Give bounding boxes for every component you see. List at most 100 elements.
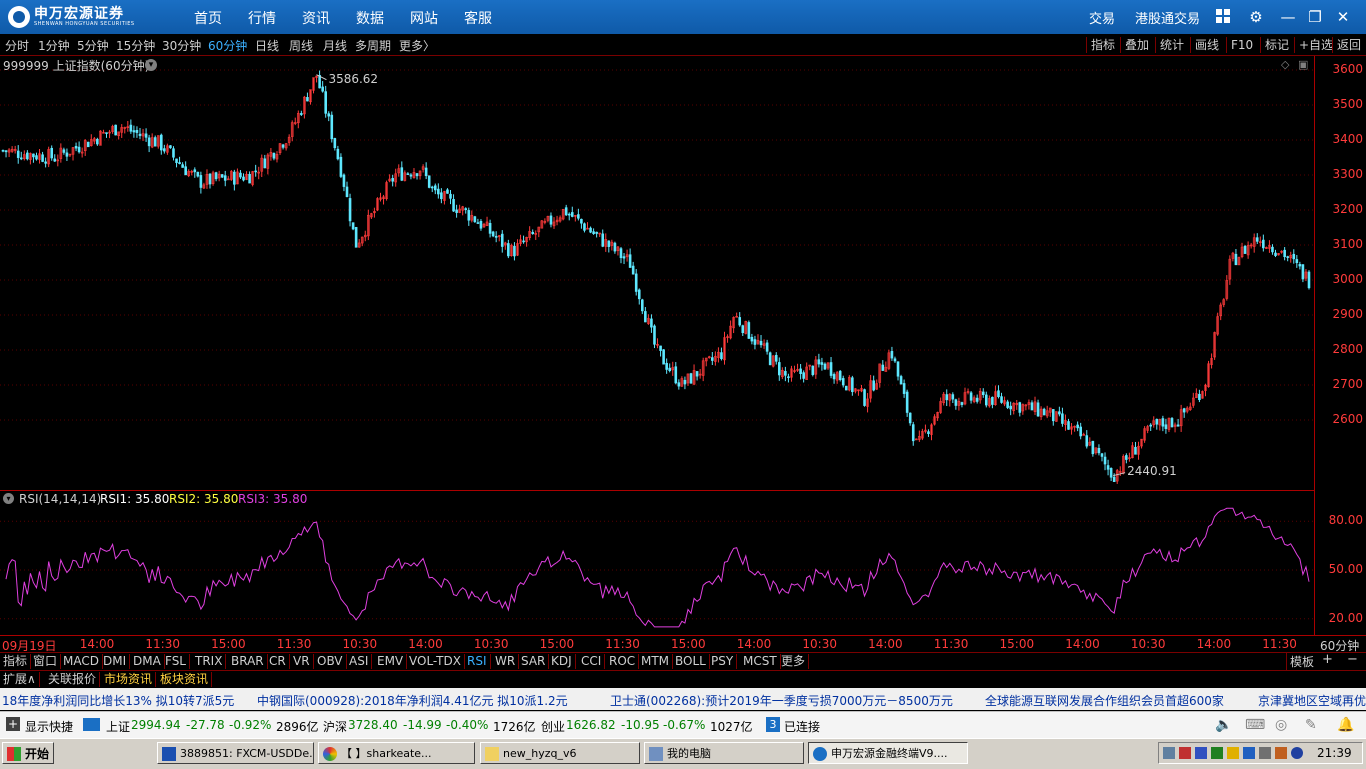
tool-back[interactable]: 返回: [1332, 37, 1365, 53]
task-fxcm[interactable]: 3889851: FXCM-USDDe...: [157, 742, 314, 764]
connection-status[interactable]: 已连接: [784, 718, 820, 735]
indicator-tab-sar[interactable]: SAR: [518, 654, 550, 669]
tab-related-quotes[interactable]: 关联报价: [45, 672, 101, 687]
tool-f10[interactable]: F10: [1226, 37, 1257, 53]
settings-gear-icon[interactable]: ⚙: [1247, 8, 1265, 26]
ticker-item[interactable]: 18年度净利润同比增长13% 拟10转7派5元: [2, 692, 234, 709]
sh-index-name[interactable]: 上证: [106, 718, 130, 735]
tray-icon[interactable]: [1211, 747, 1223, 759]
tool-draw[interactable]: 画线: [1190, 37, 1223, 53]
indicator-tab-boll[interactable]: BOLL: [672, 654, 710, 669]
keyboard-icon[interactable]: ⌨: [1245, 717, 1265, 733]
ticker-item[interactable]: 中钢国际(000928):2018年净利润4.41亿元 拟10派1.2元: [257, 692, 568, 709]
period-30min[interactable]: 30分钟: [162, 37, 201, 54]
bluetooth-icon[interactable]: [1291, 747, 1303, 759]
tray-icon[interactable]: [1163, 747, 1175, 759]
indicator-tab-cr[interactable]: CR: [266, 654, 290, 669]
cy-index-name[interactable]: 创业: [541, 718, 565, 735]
period-60min[interactable]: 60分钟: [208, 37, 247, 54]
nav-service[interactable]: 客服: [464, 8, 492, 28]
restore-icon[interactable]: ❐: [1306, 8, 1324, 26]
trade-link[interactable]: 交易: [1089, 8, 1115, 27]
tool-indicator[interactable]: 指标: [1086, 37, 1119, 53]
rsi-chart[interactable]: [0, 505, 1314, 635]
tray-icon[interactable]: [1259, 747, 1271, 759]
indicator-tab-trix[interactable]: TRIX: [192, 654, 227, 669]
remove-panel-icon[interactable]: −: [1347, 652, 1358, 667]
ticker-item[interactable]: 京津冀地区空域再优: [1258, 692, 1366, 709]
indicator-tab-macd[interactable]: MACD: [60, 654, 103, 669]
panel-toggle-icon[interactable]: ▣: [1298, 58, 1308, 71]
ticker-item[interactable]: 全球能源互联网发展合作组织会员首超600家: [985, 692, 1224, 709]
period-1min[interactable]: 1分钟: [38, 37, 70, 54]
tool-add-watchlist[interactable]: +自选: [1294, 37, 1337, 53]
tray-icon[interactable]: [1243, 747, 1255, 759]
close-icon[interactable]: ✕: [1334, 8, 1352, 26]
task-terminal[interactable]: 申万宏源金融终端V9....: [808, 742, 968, 764]
speaker-icon[interactable]: 🔈: [1215, 717, 1232, 733]
nav-data[interactable]: 数据: [356, 8, 384, 28]
diamond-icon[interactable]: ◇: [1281, 58, 1289, 71]
indicator-tab-dmi[interactable]: DMI: [100, 654, 131, 669]
tray-icon[interactable]: [1179, 747, 1191, 759]
screenshot-icon[interactable]: ✎: [1305, 717, 1317, 733]
tray-icon[interactable]: [1275, 747, 1287, 759]
chart-dropdown-icon[interactable]: ▾: [145, 59, 157, 71]
shortcut-toggle[interactable]: 显示快捷: [25, 718, 73, 735]
task-my-computer[interactable]: 我的电脑: [644, 742, 804, 764]
nav-home[interactable]: 首页: [194, 8, 222, 28]
tool-overlay[interactable]: 叠加: [1120, 37, 1153, 53]
period-month[interactable]: 月线: [323, 37, 347, 54]
nav-news[interactable]: 资讯: [302, 8, 330, 28]
indicator-tab-cci[interactable]: CCI: [578, 654, 606, 669]
nav-website[interactable]: 网站: [410, 8, 438, 28]
help-icon[interactable]: ◎: [1275, 717, 1287, 733]
rsi-dropdown-icon[interactable]: ▾: [3, 493, 14, 504]
indicator-tab-emv[interactable]: EMV: [374, 654, 408, 669]
indicator-tab-asi[interactable]: ASI: [346, 654, 373, 669]
app-logo[interactable]: 申万宏源证券 SHENWAN HONGYUAN SECURITIES: [8, 5, 135, 29]
period-15min[interactable]: 15分钟: [116, 37, 155, 54]
bell-icon[interactable]: 🔔: [1337, 717, 1354, 733]
period-5min[interactable]: 5分钟: [77, 37, 109, 54]
task-browser[interactable]: 【 】sharkeate...: [318, 742, 475, 764]
tool-stats[interactable]: 统计: [1155, 37, 1188, 53]
indicator-tab-dma[interactable]: DMA: [130, 654, 165, 669]
indicator-tab-fsl[interactable]: FSL: [162, 654, 190, 669]
ticker-item[interactable]: 卫士通(002268):预计2019年一季度亏损7000万元－8500万元: [610, 692, 953, 709]
indicator-tab-roc[interactable]: ROC: [606, 654, 640, 669]
add-panel-icon[interactable]: +: [1322, 652, 1333, 667]
indicator-tab-vol-tdx[interactable]: VOL-TDX: [406, 654, 465, 669]
period-multi[interactable]: 多周期: [355, 37, 391, 54]
indicator-tab-vr[interactable]: VR: [290, 654, 314, 669]
period-more[interactable]: 更多〉: [399, 37, 435, 54]
template-button[interactable]: 模板: [1286, 653, 1317, 670]
task-folder[interactable]: new_hyzq_v6: [480, 742, 640, 764]
indicator-tab-rsi[interactable]: RSI: [464, 654, 491, 669]
sz-index-name[interactable]: 沪深: [323, 718, 347, 735]
tab-market-news[interactable]: 市场资讯: [101, 672, 157, 687]
period-day[interactable]: 日线: [255, 37, 279, 54]
period-timeshare[interactable]: 分时: [5, 37, 29, 54]
kline-chart[interactable]: [0, 56, 1314, 490]
tray-icon[interactable]: [1227, 747, 1239, 759]
tab-expand[interactable]: 扩展∧: [0, 672, 40, 687]
hk-connect-link[interactable]: 港股通交易: [1135, 8, 1200, 27]
tray-icon[interactable]: [1195, 747, 1207, 759]
tab-sector-news[interactable]: 板块资讯: [157, 672, 213, 687]
start-button[interactable]: 开始: [2, 742, 54, 764]
indicator-tab-wr[interactable]: WR: [492, 654, 520, 669]
indicator-tab-mcst[interactable]: MCST: [740, 654, 781, 669]
period-week[interactable]: 周线: [289, 37, 313, 54]
indicator-tab-更多[interactable]: 更多: [778, 654, 810, 669]
plus-icon[interactable]: +: [6, 717, 20, 731]
tool-mark[interactable]: 标记: [1260, 37, 1293, 53]
indicator-tab-mtm[interactable]: MTM: [638, 654, 674, 669]
grid-icon[interactable]: [1214, 8, 1232, 26]
nav-market[interactable]: 行情: [248, 8, 276, 28]
indicator-tab-psy[interactable]: PSY: [708, 654, 738, 669]
indicator-tab-指标[interactable]: 指标: [0, 654, 32, 669]
indicator-tab-brar[interactable]: BRAR: [228, 654, 268, 669]
indicator-tab-kdj[interactable]: KDJ: [548, 654, 576, 669]
minimize-icon[interactable]: —: [1279, 8, 1297, 26]
